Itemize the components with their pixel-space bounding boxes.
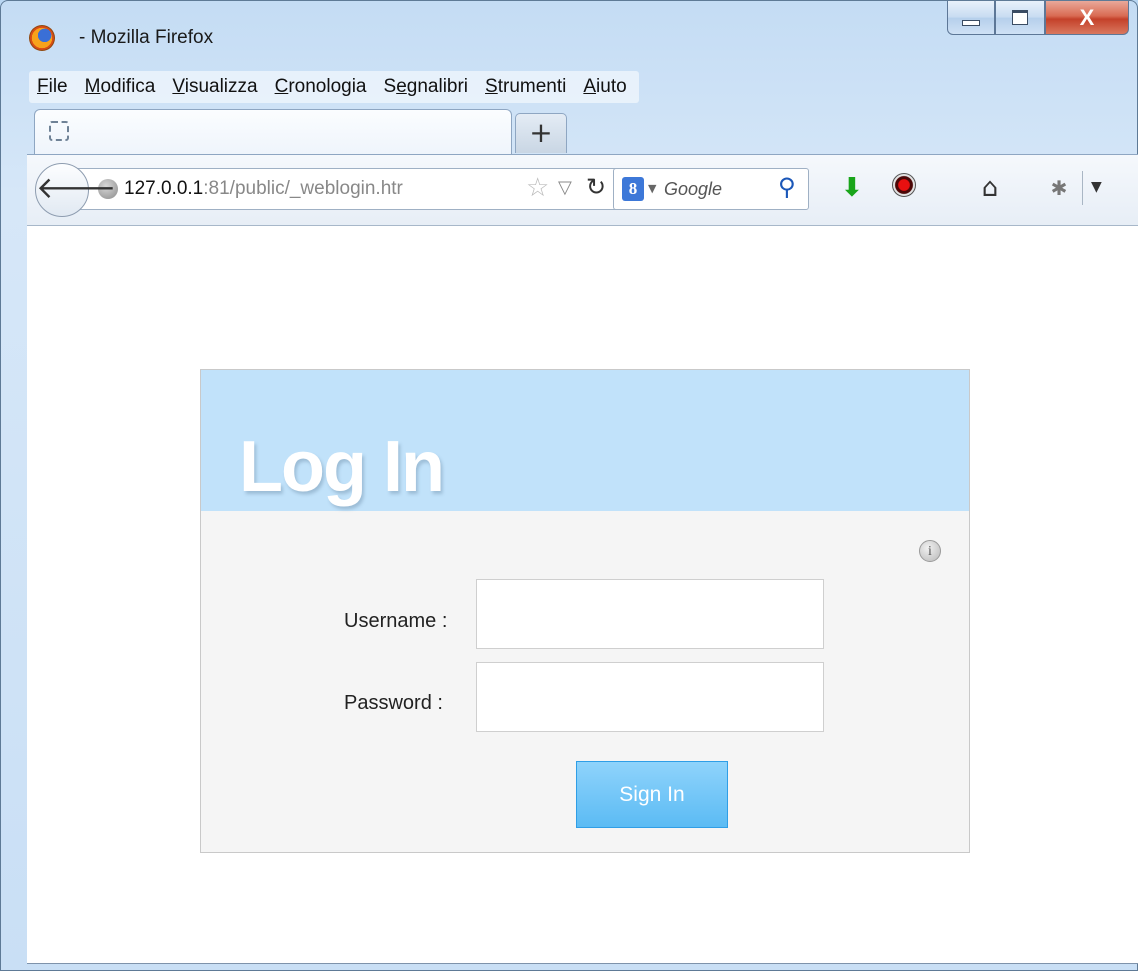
addon-bug-icon[interactable]: ✱ [1044, 173, 1074, 203]
navigation-toolbar: 🡐 127.0.0.1:81/public/_weblogin.htr ☆ ▽ … [27, 154, 1138, 226]
title-bar: - Mozilla Firefox X [1, 1, 1137, 63]
maximize-button[interactable] [995, 1, 1045, 35]
info-icon[interactable]: i [919, 540, 941, 562]
reload-icon[interactable]: ↻ [586, 173, 606, 201]
new-tab-button[interactable]: + [515, 113, 567, 153]
toolbar-separator [1082, 171, 1083, 205]
menu-bar: File Modifica Visualizza Cronologia Segn… [29, 71, 639, 103]
toolbar-menu-dropdown-icon[interactable]: ▼ [1091, 179, 1102, 195]
search-engine-icon[interactable]: 8 [622, 177, 644, 201]
browser-window: - Mozilla Firefox X File Modifica Visual… [0, 0, 1138, 971]
window-controls: X [947, 1, 1129, 35]
bookmark-star-icon[interactable]: ☆ [526, 173, 549, 203]
page-content: Log In i Username : Password : Sign In [27, 226, 1138, 964]
menu-file[interactable]: File [37, 76, 68, 98]
window-title: - Mozilla Firefox [79, 27, 214, 48]
home-icon[interactable]: ⌂ [975, 173, 1005, 203]
menu-cronologia[interactable]: Cronologia [275, 76, 367, 98]
search-bar[interactable]: 8 ▼ Google ⚲ [613, 168, 809, 210]
search-input[interactable]: Google [664, 179, 722, 200]
login-header: Log In [201, 370, 969, 511]
url-text[interactable]: 127.0.0.1:81/public/_weblogin.htr [124, 178, 403, 200]
menu-visualizza[interactable]: Visualizza [172, 76, 257, 98]
record-icon[interactable] [889, 173, 919, 203]
firefox-logo-icon [29, 25, 55, 51]
menu-modifica[interactable]: Modifica [85, 76, 156, 98]
page-title: Log In [239, 427, 445, 507]
back-button[interactable]: 🡐 [35, 163, 116, 217]
menu-strumenti[interactable]: Strumenti [485, 76, 566, 98]
username-label: Username : [344, 610, 448, 632]
tab-active[interactable] [34, 109, 512, 157]
loading-favicon-icon [49, 121, 69, 141]
password-label: Password : [344, 692, 443, 714]
login-panel: Log In i Username : Password : Sign In [200, 369, 970, 853]
back-arrow-icon: 🡐 [36, 171, 117, 206]
maximize-icon [1012, 10, 1028, 25]
password-field[interactable] [476, 662, 824, 732]
menu-aiuto[interactable]: Aiuto [583, 76, 626, 98]
url-bar[interactable]: 127.0.0.1:81/public/_weblogin.htr ☆ ▽ ↻ [71, 168, 626, 210]
engine-dropdown-icon[interactable]: ▼ [648, 182, 656, 195]
minimize-button[interactable] [947, 1, 995, 35]
magnifier-icon[interactable]: ⚲ [778, 173, 796, 201]
close-button[interactable]: X [1045, 1, 1129, 35]
close-icon: X [1079, 4, 1095, 30]
download-arrow-icon[interactable]: ⬇ [837, 173, 867, 203]
username-field[interactable] [476, 579, 824, 649]
url-history-dropdown-icon[interactable]: ▽ [558, 177, 572, 198]
menu-segnalibri[interactable]: Segnalibri [384, 76, 469, 98]
minimize-icon [962, 19, 980, 26]
sign-in-button[interactable]: Sign In [576, 761, 728, 828]
